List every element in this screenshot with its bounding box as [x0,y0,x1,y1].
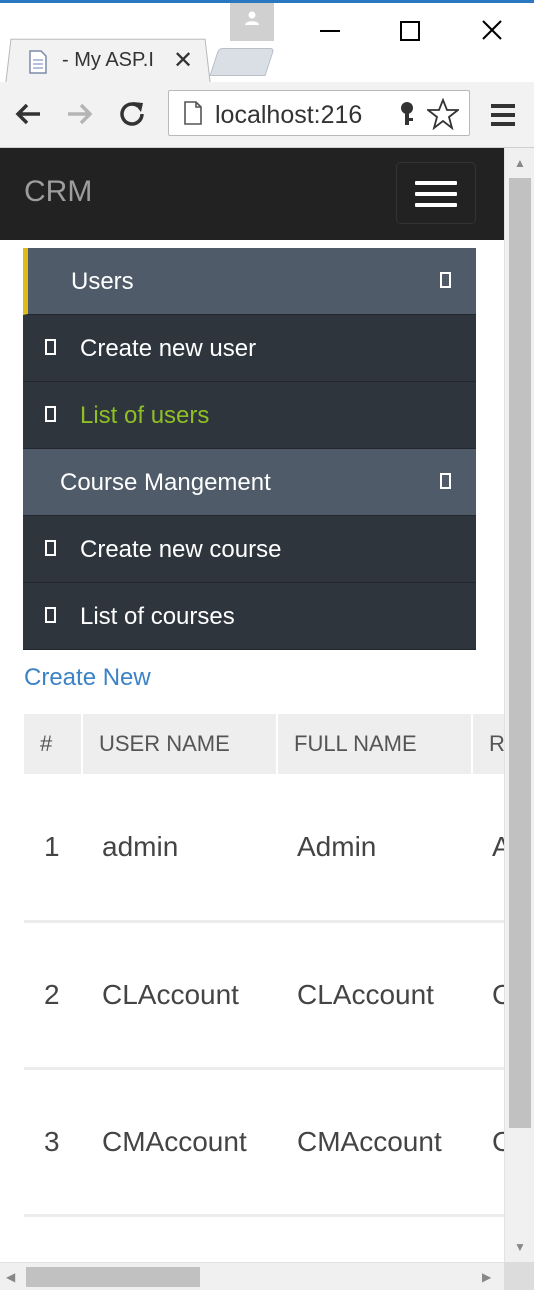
table-header-row: # USER NAME FULL NAME R [24,714,504,774]
scroll-right-icon[interactable]: ▶ [482,1270,491,1284]
page-icon [29,50,47,74]
table-row: 1 admin Admin A [24,774,504,921]
table-row: 3 CMAccount CMAccount C [24,1068,504,1215]
side-menu: Users Create new user List of users Cour… [23,248,476,650]
menu-item-list-courses[interactable]: List of courses [23,583,476,650]
profile-button[interactable] [230,3,274,41]
maximize-button[interactable] [390,9,430,49]
menu-item-list-users[interactable]: List of users [23,382,476,449]
new-tab-button[interactable] [209,48,275,76]
hamburger-bar [415,192,457,196]
key-icon[interactable] [397,101,417,127]
page-viewport: CRM Users Create new user List of users … [0,148,504,1262]
reload-icon[interactable] [116,98,148,130]
hamburger-bar [415,181,457,185]
browser-tab[interactable]: - My ASP.I ✕ [8,38,208,82]
column-header: # [24,714,83,774]
vertical-scrollbar[interactable]: ▲ ▼ [504,148,534,1262]
tab-title: - My ASP.I [62,49,154,71]
menu-group-label: Course Mangement [60,469,271,496]
browser-toolbar: localhost:216 [0,82,534,148]
page-icon [184,101,202,125]
table-cell: 3 [44,1125,60,1157]
expand-icon [440,473,451,489]
close-icon [482,20,502,40]
table-cell: 2 [44,978,60,1010]
column-header: USER NAME [82,714,278,774]
horizontal-scroll-thumb[interactable] [26,1267,200,1287]
menu-item-label: Create new course [80,536,282,563]
menu-item-icon [45,607,56,623]
vertical-scroll-thumb[interactable] [509,178,531,1128]
expand-icon [440,272,451,288]
back-icon[interactable] [12,98,44,130]
column-header: FULL NAME [277,714,473,774]
table-cell: C [472,921,504,1068]
navbar-toggle-button[interactable] [396,162,476,224]
close-window-button[interactable] [472,9,512,49]
scroll-up-icon[interactable]: ▲ [514,156,526,170]
menu-item-label: List of users [80,402,210,429]
users-table: # USER NAME FULL NAME R 1 admin Admin A … [24,714,504,1217]
menu-item-icon [45,406,56,422]
table-cell: CLAccount [102,978,239,1010]
minimize-icon [320,30,340,32]
horizontal-scrollbar[interactable]: ◀ ▶ [0,1262,504,1290]
minimize-button[interactable] [310,9,350,49]
profile-icon [245,11,259,25]
menu-group-users[interactable]: Users [23,248,476,315]
menu-item-icon [45,339,56,355]
table-row: 2 CLAccount CLAccount C [24,921,504,1068]
star-icon[interactable] [427,98,459,130]
maximize-icon [400,21,420,41]
url-text: localhost:216 [215,101,363,129]
table-cell: A [472,774,504,921]
scroll-left-icon[interactable]: ◀ [6,1270,15,1284]
tab-close-icon[interactable]: ✕ [173,46,193,75]
menu-icon[interactable] [490,102,516,128]
menu-group-label: Users [71,268,134,295]
brand-link[interactable]: CRM [24,175,92,209]
table-cell: C [472,1068,504,1215]
menu-item-icon [45,540,56,556]
menu-item-label: Create new user [80,335,257,362]
column-header: R [472,714,504,774]
hamburger-bar [415,203,457,207]
scrollbar-corner [504,1262,534,1290]
create-new-link[interactable]: Create New [24,664,151,692]
top-navbar: CRM [0,148,504,240]
menu-item-label: List of courses [80,603,235,630]
table-cell: CLAccount [297,978,434,1010]
users-table-container: # USER NAME FULL NAME R 1 admin Admin A … [24,714,504,1217]
table-cell: CMAccount [297,1125,442,1157]
menu-group-course-management[interactable]: Course Mangement [23,449,476,516]
table-cell: CMAccount [102,1125,247,1157]
menu-item-create-course[interactable]: Create new course [23,516,476,583]
scroll-down-icon[interactable]: ▼ [514,1240,526,1254]
menu-item-create-user[interactable]: Create new user [23,315,476,382]
table-cell: 1 [44,830,60,862]
forward-icon[interactable] [64,98,96,130]
table-cell: admin [102,830,179,862]
address-bar[interactable]: localhost:216 [168,90,470,136]
table-cell: Admin [297,830,377,862]
